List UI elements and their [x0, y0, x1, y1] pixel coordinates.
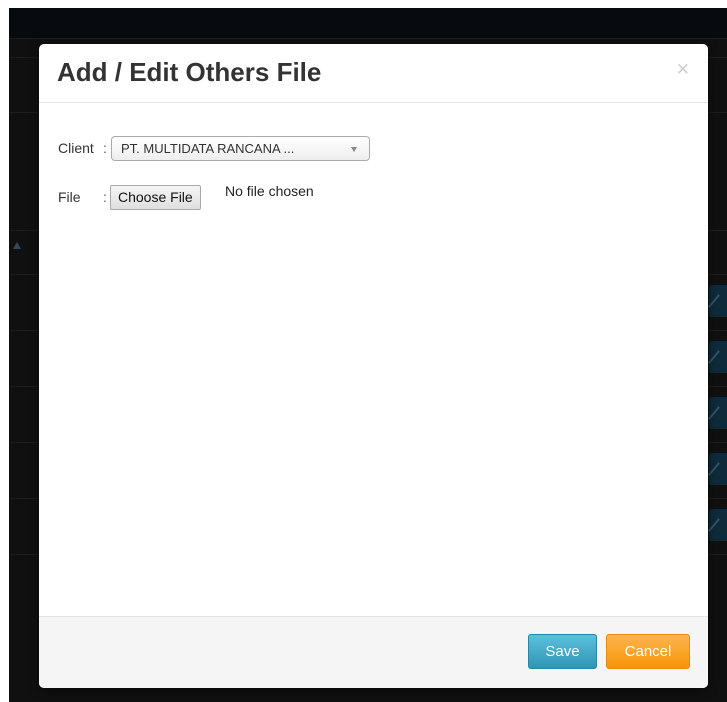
cancel-button[interactable]: Cancel	[606, 634, 690, 669]
sort-ascending-icon	[13, 242, 21, 249]
edit-icon	[709, 453, 727, 485]
add-edit-file-dialog: Add / Edit Others File × Client : PT. MU…	[39, 44, 708, 688]
client-label: Client	[58, 140, 94, 156]
edit-icon	[709, 341, 727, 373]
dialog-footer: Save Cancel	[39, 616, 708, 688]
close-icon[interactable]: ×	[676, 59, 690, 79]
dialog-body: Client : PT. MULTIDATA RANCANA ... File …	[39, 103, 708, 617]
edit-icon	[709, 285, 727, 317]
file-status-text: No file chosen	[225, 183, 314, 199]
client-select[interactable]: PT. MULTIDATA RANCANA ...	[111, 136, 370, 161]
dialog-header: Add / Edit Others File ×	[39, 44, 708, 103]
file-label: File	[58, 189, 81, 205]
edit-icon	[709, 397, 727, 429]
choose-file-button[interactable]: Choose File	[110, 185, 201, 210]
dialog-title: Add / Edit Others File	[57, 57, 322, 87]
dropdown-arrow-icon	[351, 147, 357, 152]
client-select-value: PT. MULTIDATA RANCANA ...	[121, 141, 295, 156]
background-navbar	[9, 8, 727, 39]
file-colon: :	[103, 189, 107, 205]
client-colon: :	[103, 140, 107, 156]
save-button[interactable]: Save	[528, 634, 597, 669]
edit-icon	[709, 509, 727, 541]
